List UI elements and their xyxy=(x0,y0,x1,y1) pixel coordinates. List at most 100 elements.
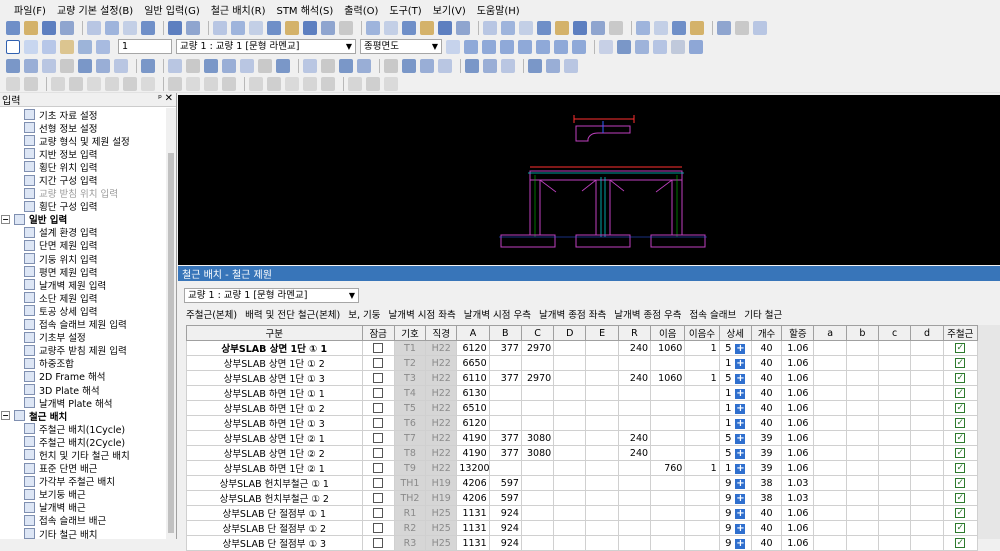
cell-value[interactable] xyxy=(520,400,555,416)
table-row[interactable]: 상부SLAB 단 절점부 ① 2 R2 H25 1131 924 9 +40 1.06 ✓ xyxy=(186,520,979,536)
cell-value[interactable] xyxy=(553,475,587,491)
column-header[interactable]: a xyxy=(813,325,847,341)
menu-item[interactable]: 도움말(H) xyxy=(477,2,520,17)
cell-value[interactable] xyxy=(520,520,555,536)
cell-diameter[interactable]: H22 xyxy=(425,445,458,461)
cell-value[interactable] xyxy=(553,535,587,551)
chart-icon[interactable] xyxy=(231,20,245,35)
cell-detail[interactable]: 9 + xyxy=(718,505,752,521)
extend-icon[interactable] xyxy=(402,58,416,73)
cell-value[interactable]: 4190 xyxy=(456,445,490,461)
text2-icon[interactable] xyxy=(690,20,704,35)
tab-item[interactable]: 배력 및 전단 철근(본체) xyxy=(245,307,340,321)
cell-value[interactable] xyxy=(520,460,555,476)
tree-item[interactable]: 표준 단면 배근 xyxy=(0,462,166,475)
cell-value[interactable]: 3080 xyxy=(520,430,555,446)
cell-value[interactable] xyxy=(553,370,587,386)
cell-value[interactable]: 6110 xyxy=(456,370,490,386)
tree-icon[interactable] xyxy=(24,39,38,54)
expand-detail-icon[interactable]: + xyxy=(735,403,746,414)
bug-icon[interactable] xyxy=(717,20,731,35)
cell-value[interactable] xyxy=(585,535,619,551)
main-rebar-checkbox[interactable]: ✓ xyxy=(955,493,966,503)
lock-checkbox[interactable] xyxy=(373,463,384,473)
cell-value[interactable]: 924 xyxy=(488,535,522,551)
cell-empty[interactable] xyxy=(910,400,944,416)
main-rebar-checkbox[interactable]: ✓ xyxy=(955,418,966,428)
cell-value[interactable]: 1.06 xyxy=(781,340,815,356)
table-row[interactable]: 상부SLAB 하면 1단 ① 3 T6 H22 6120 1 +40 1.06 ✓ xyxy=(186,415,979,431)
cell-value[interactable]: 2970 xyxy=(520,340,555,356)
cell-empty[interactable] xyxy=(813,535,847,551)
cell-value[interactable]: 6120 xyxy=(456,415,490,431)
cell-detail[interactable]: 9 + xyxy=(718,520,752,536)
cell-name[interactable]: 상부SLAB 상면 1단 ② 2 xyxy=(186,445,363,461)
tree-item[interactable]: 단면 제원 입력 xyxy=(0,239,166,252)
cell-name[interactable]: 상부SLAB 하면 1단 ② 1 xyxy=(186,460,363,476)
zoom-in-icon[interactable] xyxy=(6,58,20,73)
cell-name[interactable]: 상부SLAB 단 절점부 ① 1 xyxy=(186,505,363,521)
o-icon[interactable] xyxy=(321,76,335,91)
print-icon[interactable] xyxy=(42,39,56,54)
cell-lock[interactable] xyxy=(361,355,395,371)
cell-value[interactable] xyxy=(553,355,587,371)
lock-checkbox[interactable] xyxy=(373,478,384,488)
cell-lock[interactable] xyxy=(361,475,395,491)
cell-symbol[interactable]: R3 xyxy=(393,535,427,551)
cell-value[interactable]: 1.06 xyxy=(781,535,815,551)
grid-icon[interactable] xyxy=(96,39,110,54)
lock-checkbox[interactable] xyxy=(373,508,384,518)
print-icon[interactable] xyxy=(141,20,155,35)
dim-v-icon[interactable] xyxy=(483,58,497,73)
cell-name[interactable]: 상부SLAB 헌치부철근 ① 2 xyxy=(186,490,363,506)
cell-symbol[interactable]: T2 xyxy=(393,355,427,371)
cell-lock[interactable] xyxy=(361,430,395,446)
tree-item[interactable]: 지반 정보 입력 xyxy=(0,147,166,161)
cell-empty[interactable] xyxy=(878,370,912,386)
menu-item[interactable]: 철근 배치(R) xyxy=(211,2,266,17)
cell-empty[interactable] xyxy=(878,415,912,431)
tree-item[interactable]: 기초부 설정 xyxy=(0,331,166,344)
collapse-icon[interactable]: − xyxy=(1,411,10,421)
column-header[interactable]: A xyxy=(456,325,490,341)
draw1-icon[interactable] xyxy=(483,20,497,35)
cell-empty[interactable] xyxy=(878,355,912,371)
cell-value[interactable]: 40 xyxy=(750,520,783,536)
cell-value[interactable]: 377 xyxy=(488,445,522,461)
cell-value[interactable] xyxy=(650,400,686,416)
cell-value[interactable]: 377 xyxy=(488,370,522,386)
open-icon[interactable] xyxy=(24,20,38,35)
cell-value[interactable]: 597 xyxy=(488,475,522,491)
cell-value[interactable]: 40 xyxy=(750,400,783,416)
cell-empty[interactable] xyxy=(910,415,944,431)
cell-value[interactable] xyxy=(684,415,720,431)
cell-empty[interactable] xyxy=(813,490,847,506)
cell-value[interactable] xyxy=(553,385,587,401)
polyline-icon[interactable] xyxy=(186,58,200,73)
cell-value[interactable]: 924 xyxy=(488,505,522,521)
cell-value[interactable] xyxy=(585,430,619,446)
zoom-prev-icon[interactable] xyxy=(78,58,92,73)
table-row[interactable]: 상부SLAB 상면 1단 ② 2 T8 H22 4190 377 3080 240 5 +39 1… xyxy=(186,445,979,461)
menu-item[interactable]: 보기(V) xyxy=(433,2,466,17)
cell-value[interactable] xyxy=(488,355,522,371)
cell-value[interactable]: 1 xyxy=(684,460,720,476)
table-row[interactable]: 상부SLAB 단 절점부 ① 3 R3 H25 1131 924 9 +40 1.06 ✓ xyxy=(186,535,979,551)
zoom-out-icon[interactable] xyxy=(24,58,38,73)
cell-detail[interactable]: 1 + xyxy=(718,355,752,371)
cell-value[interactable] xyxy=(585,385,619,401)
cell-empty[interactable] xyxy=(910,490,944,506)
column-header[interactable]: B xyxy=(488,325,522,341)
cell-name[interactable]: 상부SLAB 상면 1단 ① 1 xyxy=(186,340,363,356)
cell-symbol[interactable]: T5 xyxy=(393,400,427,416)
lock-checkbox[interactable] xyxy=(373,433,384,443)
main-rebar-checkbox[interactable]: ✓ xyxy=(955,508,966,518)
checkbox-icon[interactable] xyxy=(6,39,20,54)
cell-diameter[interactable]: H22 xyxy=(425,355,458,371)
cell-main-rebar[interactable]: ✓ xyxy=(942,460,979,476)
expand-detail-icon[interactable]: + xyxy=(735,433,746,444)
tree-item[interactable]: 2D Frame 해석 xyxy=(0,370,166,383)
main-rebar-checkbox[interactable]: ✓ xyxy=(955,373,966,383)
cell-main-rebar[interactable]: ✓ xyxy=(942,430,979,446)
tree-item[interactable]: 보기둥 배근 xyxy=(0,488,166,501)
